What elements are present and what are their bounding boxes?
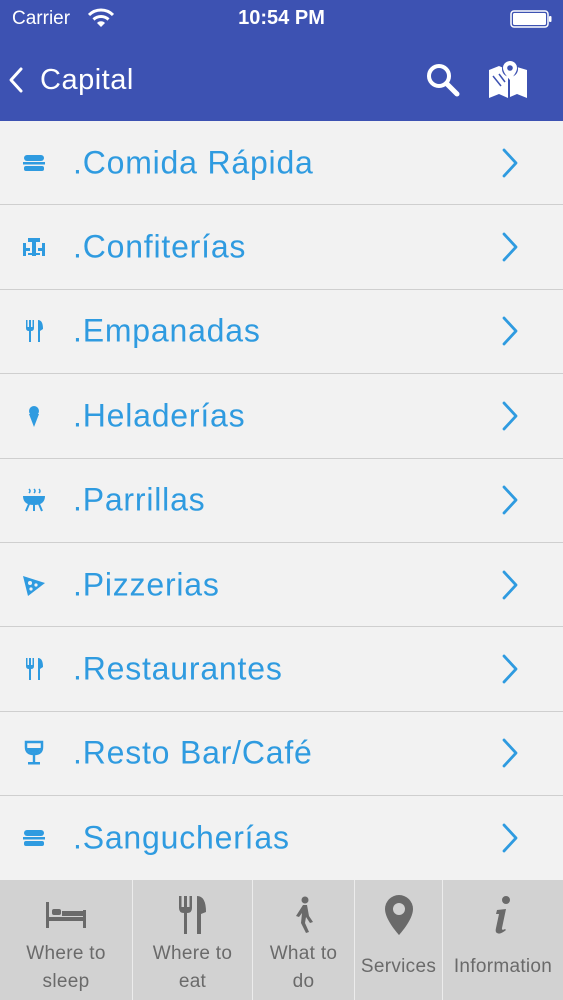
list-item-restaurantes[interactable]: .Restaurantes — [0, 627, 563, 712]
list-item-label: .Pizzerias — [73, 566, 220, 603]
list-item-label: .Comida Rápida — [73, 144, 314, 181]
tab-what-to-do[interactable]: What to do — [253, 880, 355, 1000]
header: Carrier 10:54 PM Capital — [0, 0, 563, 121]
tab-information[interactable]: Information — [443, 880, 563, 1000]
tab-label: Information — [453, 956, 553, 977]
tab-label: Where to sleep — [26, 943, 106, 992]
list-item-empanadas[interactable]: .Empanadas — [0, 290, 563, 375]
tab-bar: Where to sleep Where to eat What to do Serv… — [0, 880, 563, 1000]
list-item-confiterias[interactable]: .Confiterías — [0, 205, 563, 290]
chevron-right-icon — [502, 485, 518, 515]
list-item-parrillas[interactable]: .Parrillas — [0, 459, 563, 543]
chevron-right-icon — [502, 232, 518, 262]
tab-label: What to do — [269, 943, 338, 992]
walking-person-icon — [292, 894, 316, 936]
burger-icon — [20, 824, 48, 852]
search-icon[interactable] — [425, 62, 461, 98]
pizza-icon — [20, 571, 48, 599]
tab-services[interactable]: Services — [355, 880, 443, 1000]
info-icon — [491, 894, 515, 936]
chevron-right-icon — [502, 570, 518, 600]
back-label: Capital — [40, 63, 134, 96]
chevron-left-icon — [9, 67, 23, 93]
back-button[interactable]: Capital — [6, 60, 134, 100]
list-item-label: .Sangucherías — [73, 819, 290, 856]
chevron-right-icon — [502, 148, 518, 178]
list-item-label: .Empanadas — [73, 312, 261, 349]
battery-icon — [510, 10, 552, 28]
chevron-right-icon — [502, 401, 518, 431]
location-pin-icon — [382, 894, 416, 936]
tab-label: Where to eat — [152, 943, 233, 992]
list-item-label: .Parrillas — [73, 481, 206, 518]
ice-cream-icon — [20, 402, 48, 430]
nav-bar: Capital — [0, 40, 563, 121]
wine-glass-icon — [20, 739, 48, 767]
burger-icon — [20, 149, 48, 177]
clock: 10:54 PM — [238, 7, 325, 29]
grill-icon — [20, 486, 48, 514]
chevron-right-icon — [502, 823, 518, 853]
list-item-label: .Restaurantes — [73, 650, 283, 687]
chevron-right-icon — [502, 317, 518, 346]
list-item-label: .Resto Bar/Café — [73, 734, 313, 771]
list-item-pizzerias[interactable]: .Pizzerias — [0, 543, 563, 628]
tab-where-to-eat[interactable]: Where to eat — [133, 880, 253, 1000]
list-item-resto-bar-cafe[interactable]: .Resto Bar/Café — [0, 712, 563, 797]
tab-where-to-sleep[interactable]: Where to sleep — [0, 880, 133, 1000]
fork-knife-icon — [20, 317, 48, 345]
tab-label: Services — [360, 956, 437, 977]
table-chairs-icon — [20, 233, 48, 261]
bed-icon — [44, 894, 88, 936]
chevron-right-icon — [502, 739, 518, 768]
fork-knife-icon — [177, 894, 209, 936]
map-icon[interactable] — [486, 58, 530, 102]
status-bar: Carrier 10:54 PM — [0, 0, 563, 40]
fork-knife-icon — [20, 655, 48, 683]
list-item-comida-rapida[interactable]: .Comida Rápida — [0, 121, 563, 206]
list-item-heladerias[interactable]: .Heladerías — [0, 374, 563, 459]
list-item-label: .Confiterías — [73, 228, 247, 265]
chevron-right-icon — [502, 654, 518, 684]
list-item-sangucherias[interactable]: .Sangucherías — [0, 796, 563, 881]
category-list: .Comida Rápida .Confiterías .Empanadas .… — [0, 121, 563, 881]
list-item-label: .Heladerías — [73, 397, 246, 434]
